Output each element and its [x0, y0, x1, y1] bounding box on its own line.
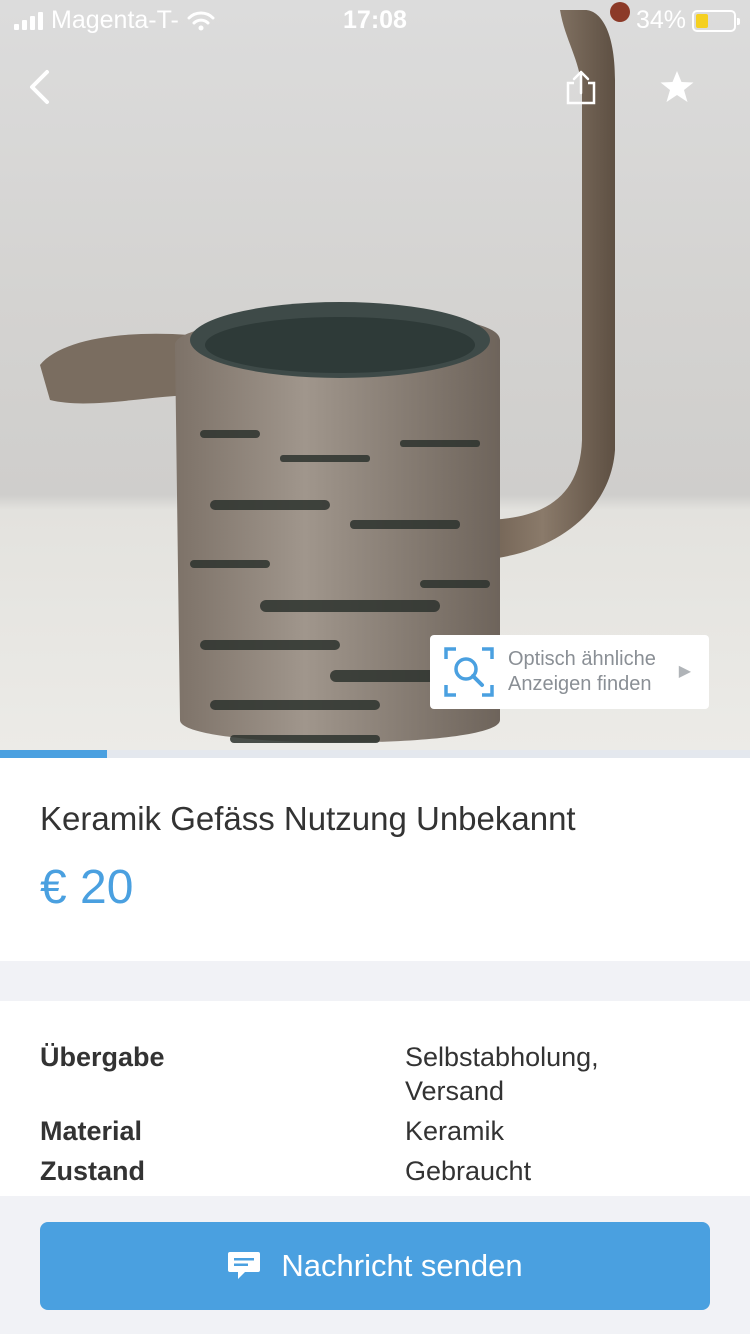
chat-bubble-icon [228, 1252, 261, 1279]
battery-icon [692, 9, 740, 32]
detail-row-uebergabe: Übergabe Selbstabholung, Versand [40, 1040, 710, 1108]
photo-carousel-progress [0, 750, 107, 758]
back-button[interactable] [14, 62, 64, 112]
section-divider [0, 961, 750, 1001]
listing-photo[interactable]: Magenta-T- 17:08 34% Optisch ähnliche An… [0, 0, 750, 750]
chevron-left-icon [30, 70, 49, 104]
star-icon [660, 71, 694, 102]
details-table: Übergabe Selbstabholung, Versand Materia… [40, 1040, 710, 1194]
chevron-right-icon: ▶ [678, 663, 691, 680]
favorite-button[interactable] [652, 62, 702, 112]
detail-key: Übergabe [40, 1042, 165, 1072]
share-button[interactable] [556, 62, 606, 112]
visual-search-label: Optisch ähnliche Anzeigen finden [508, 647, 656, 697]
visual-search-icon [444, 647, 494, 697]
send-message-label: Nachricht senden [281, 1248, 523, 1283]
detail-row-zustand: Zustand Gebraucht [40, 1154, 710, 1188]
status-bar: Magenta-T- 17:08 34% [0, 0, 750, 40]
listing-title: Keramik Gefäss Nutzung Unbekannt [40, 800, 576, 837]
send-message-button[interactable]: Nachricht senden [40, 1222, 710, 1310]
detail-key: Material [40, 1116, 143, 1146]
bottom-action-bar: Nachricht senden [0, 1196, 750, 1334]
listing-price: € 20 [40, 861, 134, 914]
detail-value: Keramik [405, 1116, 505, 1146]
visual-search-line-1: Optisch ähnliche [508, 648, 656, 670]
status-right: 34% [635, 6, 740, 35]
battery-percentage: 34% [635, 6, 686, 34]
share-icon [566, 70, 596, 105]
detail-value: Gebraucht [405, 1156, 532, 1186]
visual-search-line-2: Anzeigen finden [508, 673, 652, 695]
detail-row-material: Material Keramik [40, 1114, 710, 1148]
photo-carousel-indicator [0, 750, 750, 758]
detail-value: Selbstabholung, Versand [405, 1042, 599, 1106]
detail-key: Zustand [40, 1156, 145, 1186]
visual-search-button[interactable]: Optisch ähnliche Anzeigen finden ▶ [430, 635, 709, 709]
